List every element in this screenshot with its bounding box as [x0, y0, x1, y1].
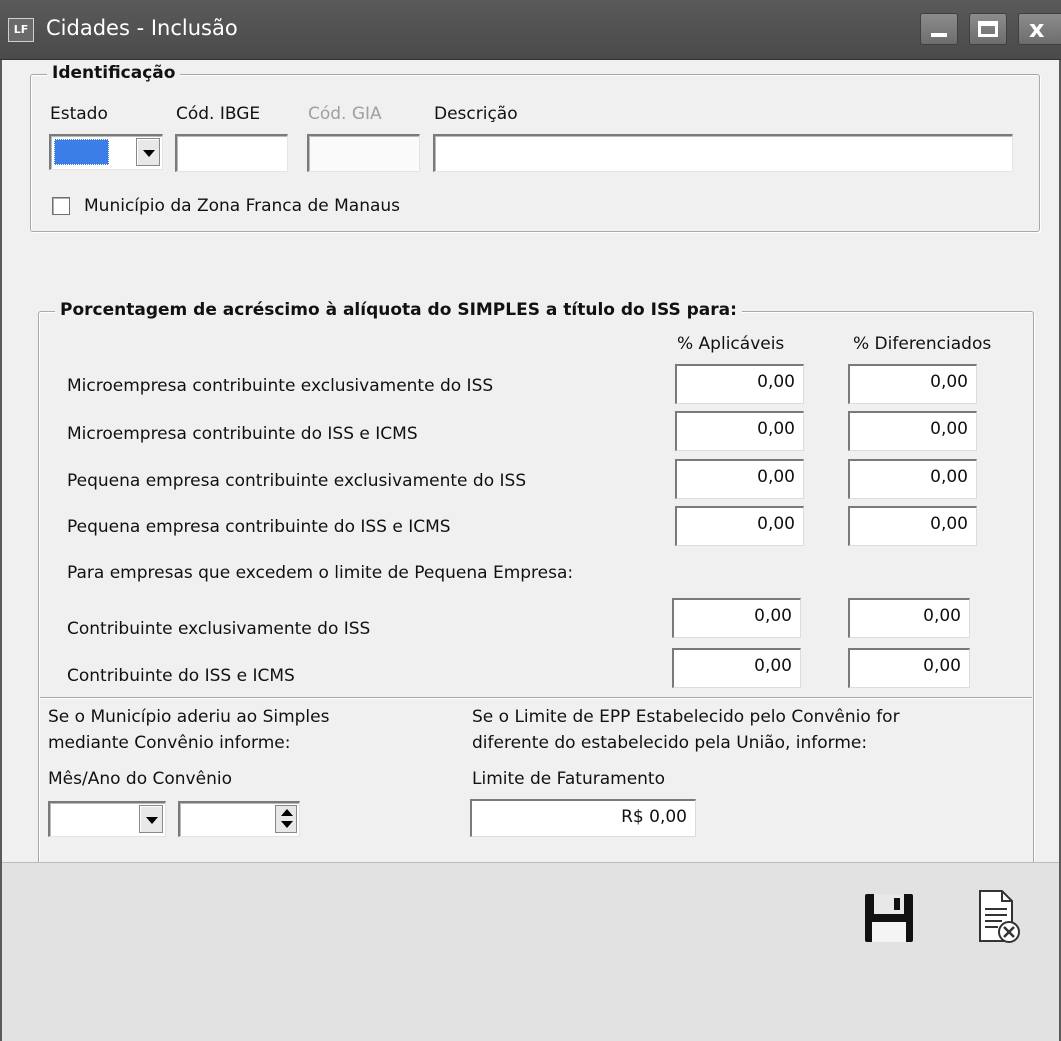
estado-label: Estado	[50, 104, 108, 124]
mes-select[interactable]	[48, 801, 166, 837]
aplicaveis-input[interactable]: 0,00	[675, 506, 804, 546]
window-title: Cidades - Inclusão	[46, 16, 238, 40]
convenio-text-line1: Se o Município aderiu ao Simples	[48, 707, 330, 727]
spin-down-icon	[281, 821, 293, 828]
close-icon: x	[1029, 15, 1045, 43]
maximize-button[interactable]	[969, 13, 1007, 45]
aplicaveis-input[interactable]: 0,00	[675, 411, 804, 451]
floppy-disk-icon	[865, 894, 913, 942]
identificacao-legend: Identificação	[47, 63, 181, 83]
document-cancel-icon	[979, 890, 1020, 943]
descricao-input[interactable]	[433, 134, 1013, 172]
porcentagem-legend: Porcentagem de acréscimo à alíquota do S…	[55, 300, 742, 320]
cod-gia-label: Cód. GIA	[308, 104, 382, 124]
minimize-button[interactable]	[920, 13, 958, 45]
dialog-body: Identificação Estado Cód. IBGE Cód. GIA …	[0, 60, 1061, 1041]
app-icon: LF	[8, 18, 34, 42]
descricao-label: Descrição	[434, 104, 518, 124]
cod-ibge-label: Cód. IBGE	[176, 104, 261, 124]
maximize-icon	[978, 21, 998, 37]
row-label: Contribuinte do ISS e ICMS	[67, 666, 295, 686]
diferenciados-input[interactable]: 0,00	[848, 598, 970, 638]
chevron-down-icon	[143, 150, 155, 157]
row-label: Microempresa contribuinte exclusivamente…	[67, 376, 494, 396]
excedem-label: Para empresas que excedem o limite de Pe…	[67, 563, 574, 583]
col-diferenciados-header: % Diferenciados	[853, 334, 992, 354]
diferenciados-input[interactable]: 0,00	[848, 506, 977, 546]
aplicaveis-input[interactable]: 0,00	[672, 598, 801, 638]
save-button[interactable]	[860, 889, 918, 947]
button-bar	[2, 862, 1059, 1041]
spin-up-icon	[281, 809, 293, 816]
limite-text-line2: diferente do estabelecido pela União, in…	[472, 733, 868, 753]
diferenciados-input[interactable]: 0,00	[848, 364, 977, 404]
zona-franca-label: Município da Zona Franca de Manaus	[84, 196, 401, 216]
mes-ano-label: Mês/Ano do Convênio	[48, 769, 232, 789]
estado-selected-value	[54, 139, 109, 165]
cod-gia-input	[307, 134, 420, 172]
aplicaveis-input[interactable]: 0,00	[672, 648, 801, 688]
minimize-icon	[931, 33, 947, 37]
row-label: Pequena empresa contribuinte do ISS e IC…	[67, 517, 451, 537]
estado-select[interactable]	[49, 134, 163, 170]
aplicaveis-input[interactable]: 0,00	[675, 364, 804, 404]
ano-spin-button[interactable]	[275, 805, 297, 833]
diferenciados-input[interactable]: 0,00	[848, 648, 970, 688]
diferenciados-input[interactable]: 0,00	[848, 459, 977, 499]
ano-spinner[interactable]	[178, 801, 300, 837]
diferenciados-input[interactable]: 0,00	[848, 411, 977, 451]
limite-faturamento-label: Limite de Faturamento	[472, 769, 666, 789]
aplicaveis-input[interactable]: 0,00	[675, 459, 804, 499]
estado-dropdown-button[interactable]	[136, 138, 160, 166]
mes-dropdown-button[interactable]	[139, 805, 163, 833]
row-label: Microempresa contribuinte do ISS e ICMS	[67, 424, 418, 444]
row-label: Contribuinte exclusivamente do ISS	[67, 619, 371, 639]
col-aplicaveis-header: % Aplicáveis	[677, 334, 785, 354]
cod-ibge-input[interactable]	[175, 134, 288, 172]
section-divider	[40, 697, 1032, 699]
limite-faturamento-input[interactable]: R$ 0,00	[470, 799, 696, 837]
close-button[interactable]: x	[1018, 13, 1061, 45]
chevron-down-icon	[146, 817, 158, 824]
title-bar: LF Cidades - Inclusão x	[0, 0, 1061, 60]
convenio-text-line2: mediante Convênio informe:	[48, 733, 291, 753]
zona-franca-checkbox[interactable]	[52, 197, 70, 215]
cancel-button[interactable]	[974, 887, 1024, 949]
row-label: Pequena empresa contribuinte exclusivame…	[67, 471, 527, 491]
limite-text-line1: Se o Limite de EPP Estabelecido pelo Con…	[472, 707, 900, 727]
